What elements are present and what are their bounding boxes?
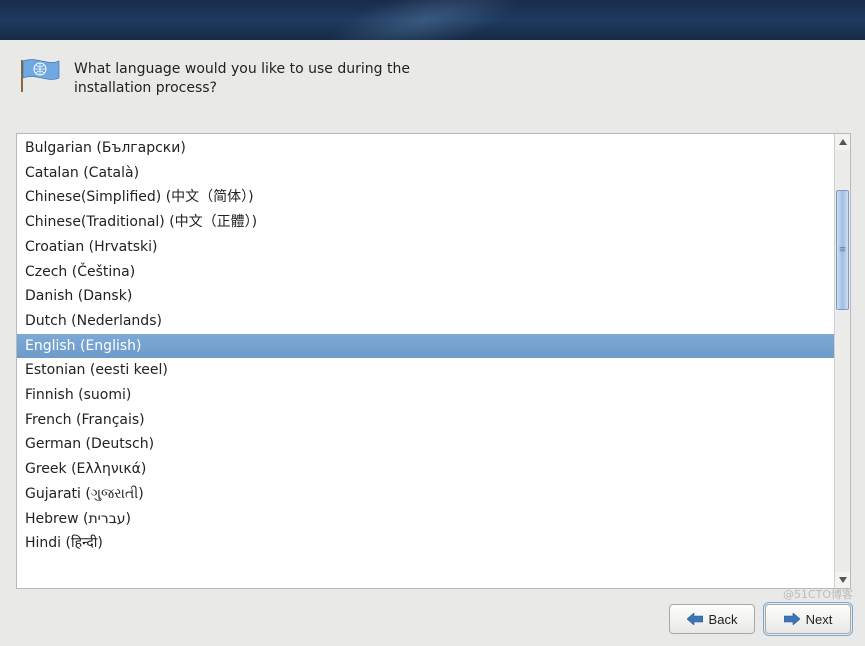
scroll-track[interactable] — [835, 150, 850, 572]
next-button[interactable]: Next — [765, 604, 851, 634]
back-button-label: Back — [709, 612, 738, 627]
language-option[interactable]: Hebrew (עברית) — [17, 507, 834, 532]
language-option[interactable]: Hindi (हिन्दी) — [17, 531, 834, 556]
flag-globe-icon — [18, 58, 60, 94]
header: What language would you like to use duri… — [0, 40, 865, 98]
language-list-container: Bulgarian (Български)Catalan (Català)Chi… — [16, 133, 851, 589]
language-option[interactable]: Catalan (Català) — [17, 161, 834, 186]
language-option[interactable]: Danish (Dansk) — [17, 284, 834, 309]
scroll-up-button[interactable] — [835, 134, 850, 150]
language-option[interactable]: Finnish (suomi) — [17, 383, 834, 408]
language-list[interactable]: Bulgarian (Български)Catalan (Català)Chi… — [17, 134, 834, 588]
language-option[interactable]: Czech (Čeština) — [17, 260, 834, 285]
chevron-up-icon — [839, 139, 847, 145]
footer-buttons: Back Next — [669, 604, 851, 634]
language-option[interactable]: French (Français) — [17, 408, 834, 433]
language-option[interactable]: Gujarati (ગુજરાતી) — [17, 482, 834, 507]
language-option[interactable]: Bulgarian (Български) — [17, 136, 834, 161]
scroll-down-button[interactable] — [835, 572, 850, 588]
language-option[interactable]: Chinese(Traditional) (中文（正體）) — [17, 210, 834, 235]
arrow-right-icon — [784, 613, 800, 625]
language-option[interactable]: Chinese(Simplified) (中文（简体）) — [17, 185, 834, 210]
chevron-down-icon — [839, 577, 847, 583]
next-button-label: Next — [806, 612, 833, 627]
prompt-text: What language would you like to use duri… — [74, 58, 434, 98]
language-option[interactable]: English (English) — [17, 334, 834, 359]
language-option[interactable]: German (Deutsch) — [17, 432, 834, 457]
top-banner — [0, 0, 865, 40]
arrow-left-icon — [687, 613, 703, 625]
language-option[interactable]: Croatian (Hrvatski) — [17, 235, 834, 260]
scroll-thumb[interactable] — [836, 190, 849, 310]
language-option[interactable]: Estonian (eesti keel) — [17, 358, 834, 383]
back-button[interactable]: Back — [669, 604, 755, 634]
scrollbar[interactable] — [834, 134, 850, 588]
language-option[interactable]: Greek (Ελληνικά) — [17, 457, 834, 482]
language-option[interactable]: Dutch (Nederlands) — [17, 309, 834, 334]
